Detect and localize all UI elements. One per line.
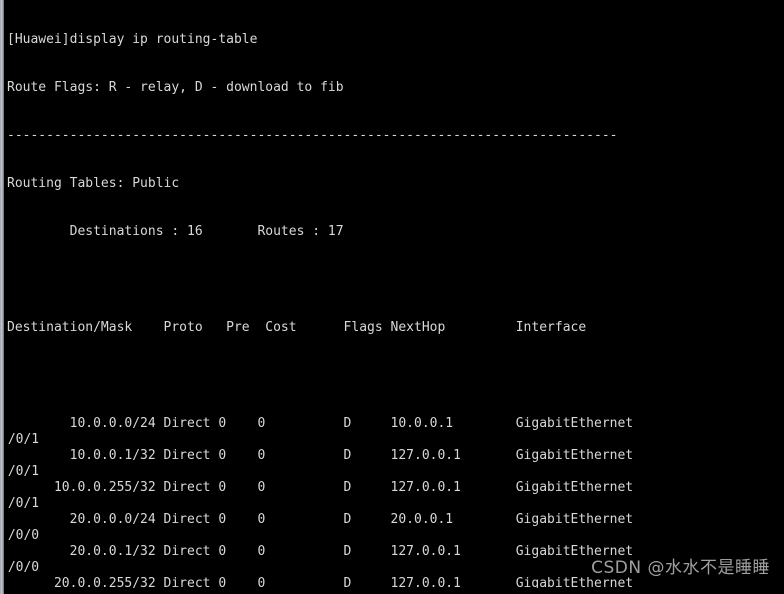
table-row: 10.0.0.0/24 Direct 0 0 D 10.0.0.1 Gigabi… xyxy=(7,416,634,431)
table-row: 10.0.0.255/32 Direct 0 0 D 127.0.0.1 Gig… xyxy=(7,480,634,495)
table-row: 10.0.0.1/32 Direct 0 0 D 127.0.0.1 Gigab… xyxy=(7,448,634,463)
table-row-interface-wrap: 0/0/0 xyxy=(7,560,40,575)
table-header-line: Destination/Mask Proto Pre Cost Flags Ne… xyxy=(7,320,587,335)
route-flags-line: Route Flags: R - relay, D - download to … xyxy=(7,80,344,95)
routing-tables-line: Routing Tables: Public xyxy=(7,176,180,191)
table-row-interface-wrap: 0/0/1 xyxy=(7,432,40,447)
table-row: 20.0.0.255/32 Direct 0 0 D 127.0.0.1 Gig… xyxy=(7,576,634,588)
table-row-interface-wrap: 0/0/0 xyxy=(7,528,40,543)
table-row-interface-wrap: 0/0/1 xyxy=(7,464,40,479)
table-row: 20.0.0.0/24 Direct 0 0 D 20.0.0.1 Gigabi… xyxy=(7,512,634,527)
terminal-window[interactable]: [Huawei]display ip routing-table Route F… xyxy=(0,0,784,594)
separator-line: ----------------------------------------… xyxy=(7,128,618,143)
console-output-area[interactable]: [Huawei]display ip routing-table Route F… xyxy=(7,0,784,588)
routing-table-rows: 10.0.0.0/24 Direct 0 0 D 10.0.0.1 Gigabi… xyxy=(7,416,784,588)
summary-line: Destinations : 16 Routes : 17 xyxy=(7,224,344,239)
command-line: [Huawei]display ip routing-table xyxy=(7,32,258,47)
table-row-interface-wrap: 0/0/1 xyxy=(7,496,40,511)
scrollbar-left-edge[interactable] xyxy=(0,0,4,594)
console-left-gutter xyxy=(4,0,7,594)
table-row: 20.0.0.1/32 Direct 0 0 D 127.0.0.1 Gigab… xyxy=(7,544,634,559)
